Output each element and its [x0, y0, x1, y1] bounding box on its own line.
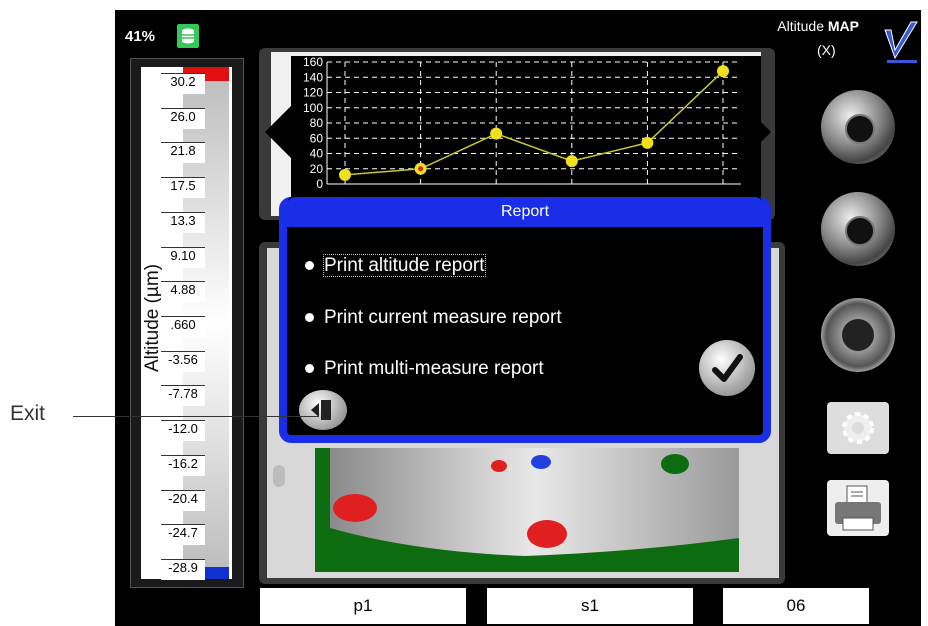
chart-ytick-label: 40 — [310, 147, 324, 161]
confirm-check-icon[interactable] — [699, 340, 755, 396]
title-sub: (X) — [817, 42, 836, 58]
disabled-gear-glyph — [842, 412, 874, 444]
scale-tick: -12.0 — [161, 420, 205, 442]
chart-data-point — [339, 168, 351, 181]
confirm-check-glyph — [712, 354, 743, 382]
exit-callout-line — [73, 416, 319, 417]
map-slider-handle[interactable] — [273, 465, 285, 487]
chart-data-point — [641, 136, 654, 149]
field-s: s1 — [487, 588, 693, 624]
check-logo-icon — [884, 21, 918, 63]
dialog-title: Report — [287, 197, 763, 227]
shutter-center — [845, 114, 875, 144]
field-number: 06 — [723, 588, 869, 624]
altitude-map-graphic — [330, 448, 739, 556]
scale-tick: .660 — [161, 316, 205, 337]
chart-ytick-label: 140 — [303, 70, 323, 84]
scale-tick: -24.7 — [161, 524, 205, 546]
exit-callout-label: Exit — [10, 402, 46, 425]
radio-dot — [305, 261, 314, 271]
camera-lens — [845, 216, 875, 246]
report-dialog: Report Print altitude report Print curre… — [279, 197, 771, 443]
scale-tick: 17.5 — [161, 177, 205, 199]
chart-prev-arrow[interactable] — [265, 106, 291, 158]
scale-tick: 9.10 — [161, 246, 205, 268]
printer-icon[interactable] — [827, 480, 889, 536]
chart-ytick-label: 80 — [310, 116, 324, 130]
option-print-current-measure-report[interactable]: Print current measure report — [305, 307, 562, 329]
shutter-icon[interactable] — [821, 90, 895, 164]
altitude-map-image — [315, 448, 739, 572]
option-label: Print altitude report — [323, 254, 486, 277]
exit-icon[interactable] — [299, 390, 347, 430]
scale-tick: -28.9 — [161, 559, 205, 580]
option-print-multi-measure-report[interactable]: Print multi-measure report — [305, 358, 544, 380]
app-title: Altitude MAP — [777, 18, 859, 34]
option-label: Print current measure report — [324, 307, 562, 328]
scale-tick: 4.88 — [161, 281, 205, 303]
chart-ytick-label: 100 — [303, 101, 323, 115]
scale-tick: -7.78 — [161, 385, 205, 407]
option-label: Print multi-measure report — [324, 358, 544, 379]
chart-ytick-label: 60 — [310, 131, 324, 145]
battery-level: 41% — [125, 28, 156, 45]
altitude-scale: Altitude (µm) 30.2 26.0 21.8 17.5 13.3 9.10 4.… — [130, 58, 244, 588]
disabled-gear-icon — [827, 402, 889, 454]
title-prefix: Altitude — [777, 18, 824, 34]
chart-panel: 020406080100120140160TTeThTeTdTe — [271, 52, 761, 216]
chart-data-point — [565, 155, 578, 168]
printer-glyph — [835, 485, 881, 531]
title-mode: MAP — [827, 18, 859, 34]
device-screen: 41% Altitude MAP (X) Altitude (µm) 30.2 2… — [115, 10, 921, 626]
chart-next-arrow[interactable] — [745, 106, 771, 158]
database-icon-glyph — [182, 28, 194, 44]
radio-dot — [305, 313, 314, 323]
database-icon[interactable] — [177, 24, 199, 48]
scale-tick: 21.8 — [161, 142, 205, 164]
chart-ytick-label: 160 — [303, 56, 323, 69]
altitude-scale-body: Altitude (µm) 30.2 26.0 21.8 17.5 13.3 9.10 4.… — [141, 67, 232, 580]
scale-tick: 13.3 — [161, 211, 205, 233]
settings-icon[interactable] — [821, 298, 895, 372]
chart-selected-point — [418, 166, 424, 172]
chart-ytick-label: 120 — [303, 86, 323, 100]
altitude-chart: 020406080100120140160TTeThTeTdTe — [291, 56, 761, 216]
scale-tick: -16.2 — [161, 454, 205, 476]
chart-ytick-label: 0 — [316, 177, 323, 191]
scale-tick: -3.56 — [161, 350, 205, 372]
field-p: p1 — [260, 588, 466, 624]
chart-frame: 020406080100120140160TTeThTeTdTe — [259, 48, 775, 220]
scale-tick: 26.0 — [161, 107, 205, 129]
chart-data-point — [490, 127, 503, 140]
chart-data-point — [717, 65, 729, 78]
radio-dot — [305, 364, 314, 374]
chart-ytick-label: 20 — [310, 162, 324, 176]
camera-icon[interactable] — [821, 192, 895, 266]
option-print-altitude-report[interactable]: Print altitude report — [305, 254, 486, 277]
scale-tick: 30.2 — [161, 73, 205, 94]
exit-glyph — [311, 400, 331, 420]
scale-tick: -20.4 — [161, 489, 205, 511]
